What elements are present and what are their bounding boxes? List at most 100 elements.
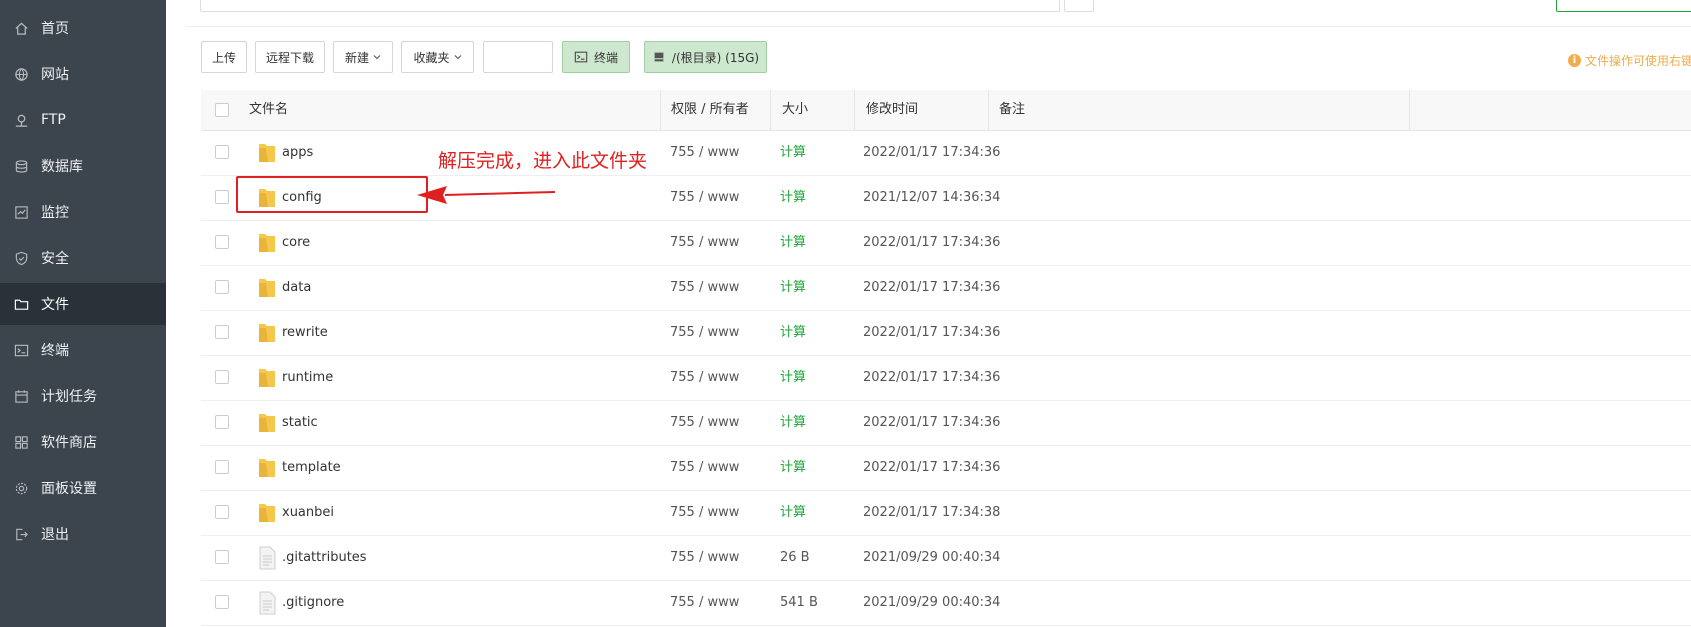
file-icon: [259, 546, 276, 570]
sidebar-item-label: 数据库: [41, 159, 83, 175]
table-row[interactable]: rewrite 755 / www 计算 2022/01/17 17:34:36: [201, 310, 1691, 356]
sidebar-item-logout[interactable]: 退出: [0, 513, 166, 555]
select-all-checkbox[interactable]: [215, 103, 229, 117]
file-permission[interactable]: 755 / www: [670, 400, 739, 445]
file-name[interactable]: xuanbei: [282, 490, 334, 535]
file-icon: [259, 591, 276, 615]
file-permission[interactable]: 755 / www: [670, 445, 739, 490]
file-name[interactable]: static: [282, 400, 318, 445]
calc-size-link[interactable]: 计算: [780, 130, 806, 175]
upload-button[interactable]: 上传: [201, 41, 247, 73]
refresh-path-button[interactable]: [1064, 0, 1094, 12]
calc-size-link[interactable]: 计算: [780, 490, 806, 535]
table-row[interactable]: apps 755 / www 计算 2022/01/17 17:34:36: [201, 130, 1691, 176]
favorites-button[interactable]: 收藏夹: [401, 41, 474, 73]
sidebar-item-home[interactable]: 首页: [0, 7, 166, 49]
file-name[interactable]: rewrite: [282, 310, 328, 355]
row-checkbox[interactable]: [215, 235, 229, 249]
sidebar-item-security[interactable]: 安全: [0, 237, 166, 279]
file-permission[interactable]: 755 / www: [670, 580, 739, 625]
remote-download-button[interactable]: 远程下载: [255, 41, 325, 73]
calc-size-link[interactable]: 计算: [780, 220, 806, 265]
row-checkbox[interactable]: [215, 415, 229, 429]
sidebar-item-monitor[interactable]: 监控: [0, 191, 166, 233]
row-checkbox[interactable]: [215, 595, 229, 609]
terminal-icon: [574, 51, 588, 63]
filter-input[interactable]: [483, 41, 553, 73]
row-checkbox[interactable]: [215, 280, 229, 294]
column-divider: [854, 90, 855, 130]
file-name[interactable]: core: [282, 220, 310, 265]
file-name[interactable]: data: [282, 265, 311, 310]
file-permission[interactable]: 755 / www: [670, 490, 739, 535]
file-mtime: 2022/01/17 17:34:36: [863, 145, 1001, 160]
row-checkbox[interactable]: [215, 505, 229, 519]
file-mtime: 2022/01/17 17:34:36: [863, 280, 1001, 295]
row-checkbox[interactable]: [215, 460, 229, 474]
terminal-button[interactable]: 终端: [562, 41, 630, 73]
table-row[interactable]: core 755 / www 计算 2022/01/17 17:34:36: [201, 220, 1691, 266]
file-permission[interactable]: 755 / www: [670, 175, 739, 220]
disk-button[interactable]: /(根目录) (15G): [644, 41, 767, 73]
table-row[interactable]: template 755 / www 计算 2022/01/17 17:34:36: [201, 445, 1691, 491]
file-name[interactable]: apps: [282, 130, 313, 175]
file-mtime: 2022/01/17 17:34:36: [863, 460, 1001, 475]
row-checkbox[interactable]: [215, 550, 229, 564]
calc-size-link[interactable]: 计算: [780, 355, 806, 400]
calc-size-link[interactable]: 计算: [780, 265, 806, 310]
file-size: 26 B: [780, 550, 810, 565]
search-box[interactable]: [1556, 0, 1691, 12]
table-row[interactable]: data 755 / www 计算 2022/01/17 17:34:36: [201, 265, 1691, 311]
calc-size-link[interactable]: 计算: [780, 175, 806, 220]
row-checkbox[interactable]: [215, 145, 229, 159]
path-bar[interactable]: [200, 0, 1060, 12]
sidebar-item-cron[interactable]: 计划任务: [0, 375, 166, 417]
folder-icon: [259, 414, 275, 432]
sidebar-item-database[interactable]: 数据库: [0, 145, 166, 187]
file-mtime: 2022/01/17 17:34:36: [863, 235, 1001, 250]
table-row[interactable]: static 755 / www 计算 2022/01/17 17:34:36: [201, 400, 1691, 446]
new-button[interactable]: 新建: [333, 41, 393, 73]
folder-icon: [259, 234, 275, 252]
calc-size-link[interactable]: 计算: [780, 310, 806, 355]
sidebar-item-label: 软件商店: [41, 435, 97, 451]
header-name[interactable]: 文件名: [249, 90, 288, 130]
calendar-icon: [15, 389, 28, 403]
file-name[interactable]: .gitattributes: [282, 535, 367, 580]
file-permission[interactable]: 755 / www: [670, 310, 739, 355]
sidebar-item-website[interactable]: 网站: [0, 53, 166, 95]
table-row[interactable]: runtime 755 / www 计算 2022/01/17 17:34:36: [201, 355, 1691, 401]
calc-size-link[interactable]: 计算: [780, 400, 806, 445]
file-manager: 上传 远程下载 新建 收藏夹 终端 /(根目录) (15G) i 文件操作可使用…: [166, 0, 1691, 627]
file-name[interactable]: template: [282, 445, 341, 490]
info-icon: i: [1568, 54, 1581, 67]
row-checkbox[interactable]: [215, 370, 229, 384]
sidebar-item-settings[interactable]: 面板设置: [0, 467, 166, 509]
sidebar-item-label: 面板设置: [41, 481, 97, 497]
search-input[interactable]: [1557, 0, 1691, 11]
file-permission[interactable]: 755 / www: [670, 535, 739, 580]
file-permission[interactable]: 755 / www: [670, 130, 739, 175]
sidebar-item-files[interactable]: 文件: [0, 283, 166, 325]
table-row[interactable]: .gitattributes 755 / www 26 B 2021/09/29 00…: [201, 535, 1691, 581]
hint-text: i 文件操作可使用右键: [1568, 52, 1691, 69]
row-checkbox[interactable]: [215, 190, 229, 204]
chevron-down-icon: [373, 55, 381, 60]
sidebar-item-terminal[interactable]: 终端: [0, 329, 166, 371]
annotation-text: 解压完成，进入此文件夹: [438, 150, 648, 172]
table-row[interactable]: xuanbei 755 / www 计算 2022/01/17 17:34:38: [201, 490, 1691, 536]
sidebar-item-ftp[interactable]: FTP: [0, 99, 166, 141]
sidebar-item-label: 安全: [41, 251, 69, 267]
sidebar-item-store[interactable]: 软件商店: [0, 421, 166, 463]
header-mtime[interactable]: 修改时间: [866, 90, 918, 130]
file-permission[interactable]: 755 / www: [670, 355, 739, 400]
file-name[interactable]: .gitignore: [282, 580, 344, 625]
file-permission[interactable]: 755 / www: [670, 220, 739, 265]
file-name[interactable]: runtime: [282, 355, 333, 400]
header-size[interactable]: 大小: [782, 90, 808, 130]
table-row[interactable]: .gitignore 755 / www 541 B 2021/09/29 00:40…: [201, 580, 1691, 626]
header-permission[interactable]: 权限 / 所有者: [671, 90, 749, 130]
row-checkbox[interactable]: [215, 325, 229, 339]
file-permission[interactable]: 755 / www: [670, 265, 739, 310]
calc-size-link[interactable]: 计算: [780, 445, 806, 490]
